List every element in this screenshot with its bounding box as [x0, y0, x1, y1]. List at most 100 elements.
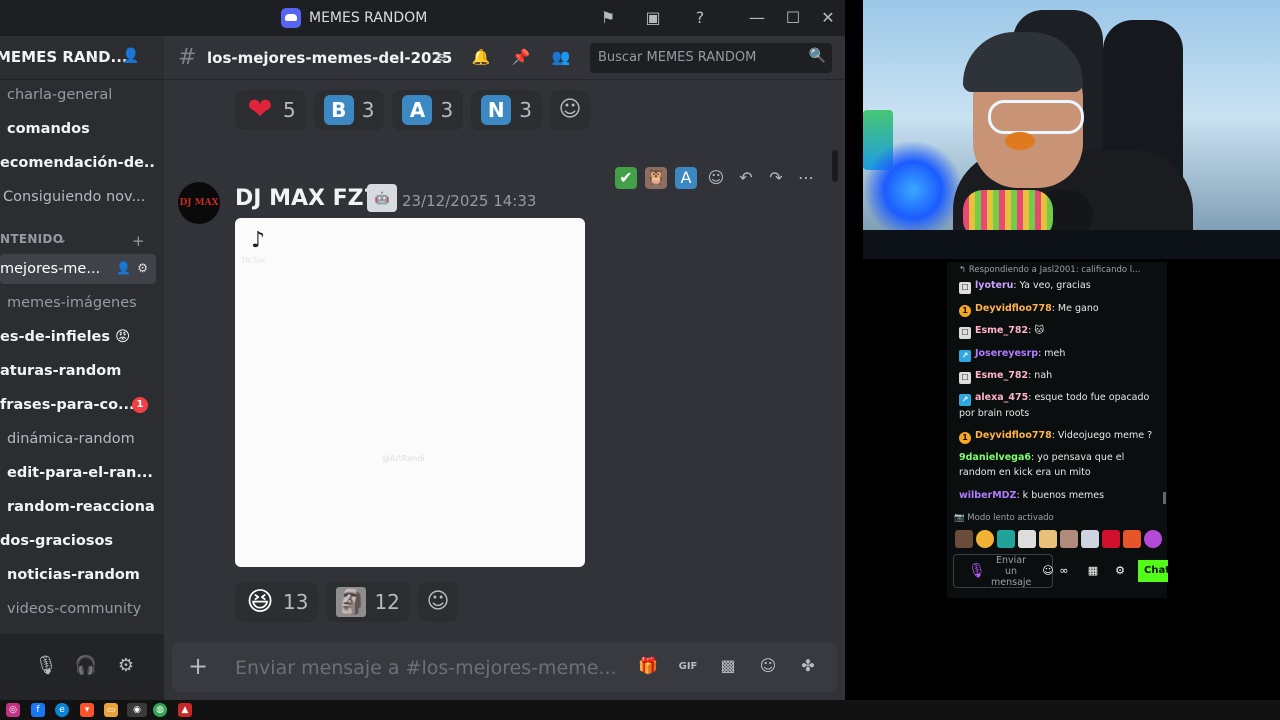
channel-videos-community[interactable]: videos-community — [0, 594, 156, 624]
add-channel-icon[interactable]: + — [132, 232, 145, 250]
chat-username[interactable]: lyoteru — [975, 280, 1013, 291]
channel-frases[interactable]: frases-para-co... 1 — [0, 390, 156, 420]
chevron-down-icon[interactable]: ⌄ — [90, 49, 100, 63]
gif-icon[interactable]: GIF — [677, 656, 699, 678]
channel-edit-para-el-random[interactable]: edit-para-el-ran... — [0, 458, 156, 488]
emote-icon[interactable] — [1123, 530, 1141, 548]
emote-icon[interactable] — [1060, 530, 1078, 548]
edge-icon[interactable]: e — [55, 703, 69, 717]
avatar[interactable]: DJ MAX — [178, 182, 220, 224]
members-icon[interactable]: 👥 — [551, 48, 571, 68]
add-reaction-icon[interactable]: ☺ — [417, 582, 458, 622]
composer-placeholder[interactable]: Enviar mensaje a #los-mejores-meme... — [235, 657, 617, 679]
add-member-icon[interactable]: 👤 — [116, 261, 131, 275]
apps-icon[interactable]: ✤ — [797, 656, 819, 678]
category-chevron-icon[interactable]: ⌄ — [57, 232, 67, 246]
chat-input[interactable]: 🎙 Enviar un mensaje — [953, 554, 1053, 588]
server-header[interactable]: MEMES RAND... ⌄ 👤 — [0, 36, 164, 80]
chat-username[interactable]: Deyvidfloo778 — [975, 430, 1052, 441]
instagram-icon[interactable]: ◎ — [6, 703, 20, 717]
emote-icon[interactable] — [1081, 530, 1099, 548]
app-icon[interactable]: ▲ — [178, 703, 192, 717]
infinity-icon[interactable]: ∞ — [1057, 564, 1071, 578]
facebook-icon[interactable]: f — [31, 703, 45, 717]
flag-icon[interactable]: ⚑ — [598, 8, 618, 28]
reaction-regional-b[interactable]: B 3 — [313, 90, 385, 130]
chat-username[interactable]: alexa_475 — [975, 392, 1028, 403]
chat-username[interactable]: wilberMDZ — [959, 490, 1016, 501]
settings-gear-icon[interactable]: ⚙ — [114, 654, 138, 678]
add-reaction-icon[interactable]: ☺ — [549, 90, 590, 130]
emote-picker-icon[interactable]: ☺ — [1041, 564, 1055, 578]
channel-mejores-memes[interactable]: mejores-me... 👤 ⚙ — [0, 254, 156, 284]
emote-icon[interactable] — [1102, 530, 1120, 548]
scrollbar[interactable] — [832, 150, 838, 182]
channel-infieles[interactable]: es-de-infieles 😡 — [0, 322, 156, 352]
help-icon[interactable]: ? — [690, 8, 710, 28]
minimize-icon[interactable]: — — [747, 8, 767, 28]
brave-icon[interactable]: ▾ — [80, 703, 94, 717]
chat-username[interactable]: 9danielvega6 — [959, 452, 1031, 463]
microphone-icon[interactable]: 🎙 — [968, 563, 986, 579]
discord-taskbar-icon[interactable]: ◉ — [127, 703, 147, 717]
emoji-icon[interactable]: ☺ — [757, 656, 779, 678]
channel-capturas-random[interactable]: aturas-random — [0, 356, 156, 386]
emote-icon[interactable] — [997, 530, 1015, 548]
channel-recomendacion[interactable]: ecomendación-de... — [0, 148, 156, 178]
message-composer[interactable]: + Enviar mensaje a #los-mejores-meme... … — [172, 642, 837, 692]
chat-scrollbar[interactable] — [1163, 492, 1166, 504]
emote-icon[interactable] — [1039, 530, 1057, 548]
sticker-icon[interactable]: ▩ — [717, 656, 739, 678]
channel-charla-general[interactable]: charla-general — [0, 80, 156, 110]
reaction-regional-a[interactable]: A 3 — [392, 90, 464, 130]
plus-icon[interactable]: + — [188, 652, 208, 680]
emote-icon[interactable] — [1144, 530, 1162, 548]
threads-icon[interactable]: ≋ — [431, 48, 451, 68]
forward-icon[interactable]: ↷ — [765, 167, 787, 189]
chrome-icon[interactable]: ◍ — [153, 703, 167, 717]
channel-consiguiendo[interactable]: Consiguiendo nov... — [0, 182, 156, 212]
emote-icon[interactable] — [955, 530, 973, 548]
emote-icon[interactable] — [976, 530, 994, 548]
microphone-icon[interactable]: 🎙 — [34, 654, 58, 678]
regional-a-emoji-icon[interactable]: A — [675, 167, 697, 189]
channel-random-reacciona[interactable]: random-reacciona — [0, 492, 156, 522]
reaction-heart[interactable]: ❤ 5 — [235, 90, 306, 130]
chat-username[interactable]: Esme_782 — [975, 370, 1028, 381]
reaction-regional-n[interactable]: N 3 — [471, 90, 542, 130]
reaction-laughing[interactable]: 😆 13 — [235, 582, 319, 622]
folder-icon[interactable]: ▭ — [104, 703, 118, 717]
store-icon[interactable]: ▦ — [1086, 564, 1100, 578]
close-icon[interactable]: ✕ — [818, 8, 838, 28]
maximize-icon[interactable]: ☐ — [783, 8, 803, 28]
search-input[interactable]: Buscar MEMES RANDOM 🔍 — [590, 43, 832, 73]
channel-noticias-random[interactable]: noticias-random — [0, 560, 156, 590]
channel-graciosos[interactable]: dos-graciosos — [0, 526, 156, 556]
pin-icon[interactable]: 📌 — [511, 48, 531, 68]
more-icon[interactable]: ⋯ — [795, 167, 817, 189]
chat-username[interactable]: Esme_782 — [975, 325, 1028, 336]
screen-share-icon[interactable]: ▣ — [643, 8, 663, 28]
message-author[interactable]: DJ MAX FZ7 — [235, 186, 379, 211]
bell-icon[interactable]: 🔔 — [471, 48, 491, 68]
gear-icon[interactable]: ⚙ — [137, 261, 148, 275]
server-name[interactable]: MEMES RAND... — [0, 48, 128, 66]
category-label[interactable]: NTENIDO — [0, 232, 63, 246]
chat-username[interactable]: Deyvidfloo778 — [975, 303, 1052, 314]
gift-icon[interactable]: 🎁 — [637, 656, 659, 678]
video-attachment[interactable]: ♪ TikTok @ArtRandi — [235, 218, 585, 567]
chat-send-button[interactable]: Chat — [1138, 560, 1168, 582]
check-emoji-icon[interactable]: ✔ — [615, 167, 637, 189]
headphones-icon[interactable]: 🎧 — [74, 654, 98, 678]
reply-icon[interactable]: ↶ — [735, 167, 757, 189]
invite-icon[interactable]: 👤 — [122, 48, 142, 68]
owl-emoji-icon[interactable]: 🦉 — [645, 167, 667, 189]
channel-comandos[interactable]: comandos — [0, 114, 156, 144]
channel-dinamica-random[interactable]: dinámica-random — [0, 424, 156, 454]
emote-icon[interactable] — [1018, 530, 1036, 548]
reaction-custom-face[interactable]: 🗿 12 — [326, 582, 410, 622]
add-reaction-icon[interactable]: ☺ — [705, 167, 727, 189]
chat-username[interactable]: Josereyesrp — [975, 348, 1038, 359]
channel-memes-imagenes[interactable]: memes-imágenes — [0, 288, 156, 318]
settings-icon[interactable]: ⚙ — [1113, 564, 1127, 578]
